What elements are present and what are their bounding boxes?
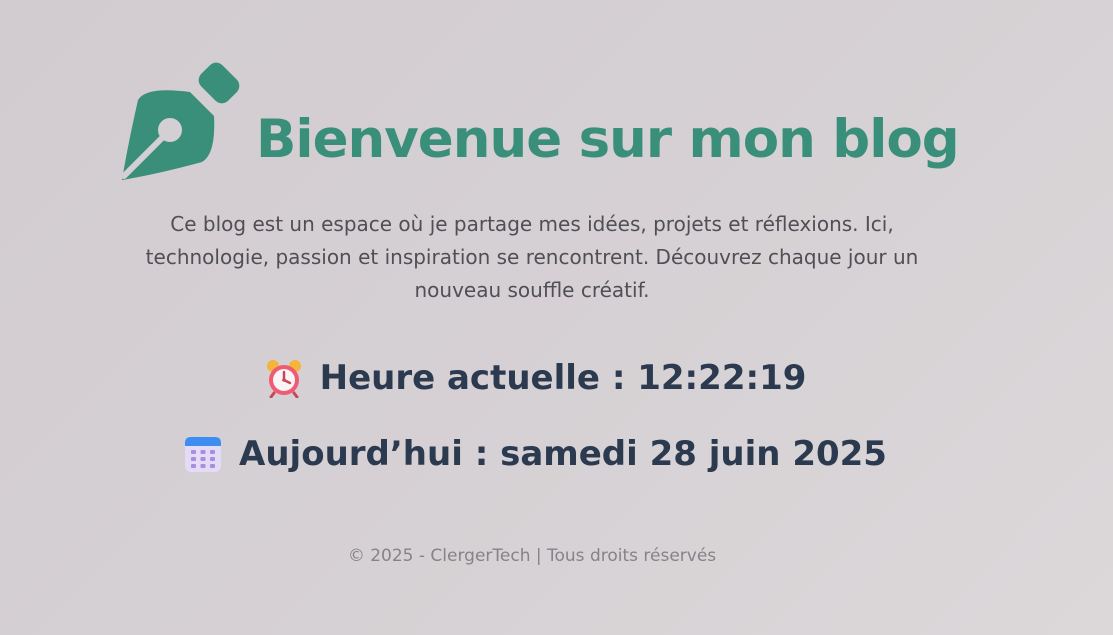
current-time-label: Heure actuelle : 12:22:19	[319, 358, 807, 398]
alarm-clock-icon	[266, 360, 301, 398]
current-date-label: Aujourd’hui : samedi 28 juin 2025	[239, 434, 887, 474]
calendar-icon	[185, 437, 222, 472]
header: Bienvenue sur mon blog	[118, 56, 960, 182]
intro-paragraph: Ce blog est un espace où je partage mes …	[145, 212, 919, 302]
footer-copyright: © 2025 - ClergerTech | Tous droits réser…	[347, 546, 717, 566]
current-date: Aujourd’hui : samedi 28 juin 2025	[0, 434, 1070, 474]
current-time: Heure actuelle : 12:22:19	[0, 358, 1070, 398]
page: Bienvenue sur mon blog Ce blog est un es…	[0, 0, 1113, 635]
fountain-pen-icon	[121, 62, 240, 180]
page-title: Bienvenue sur mon blog	[256, 109, 960, 170]
